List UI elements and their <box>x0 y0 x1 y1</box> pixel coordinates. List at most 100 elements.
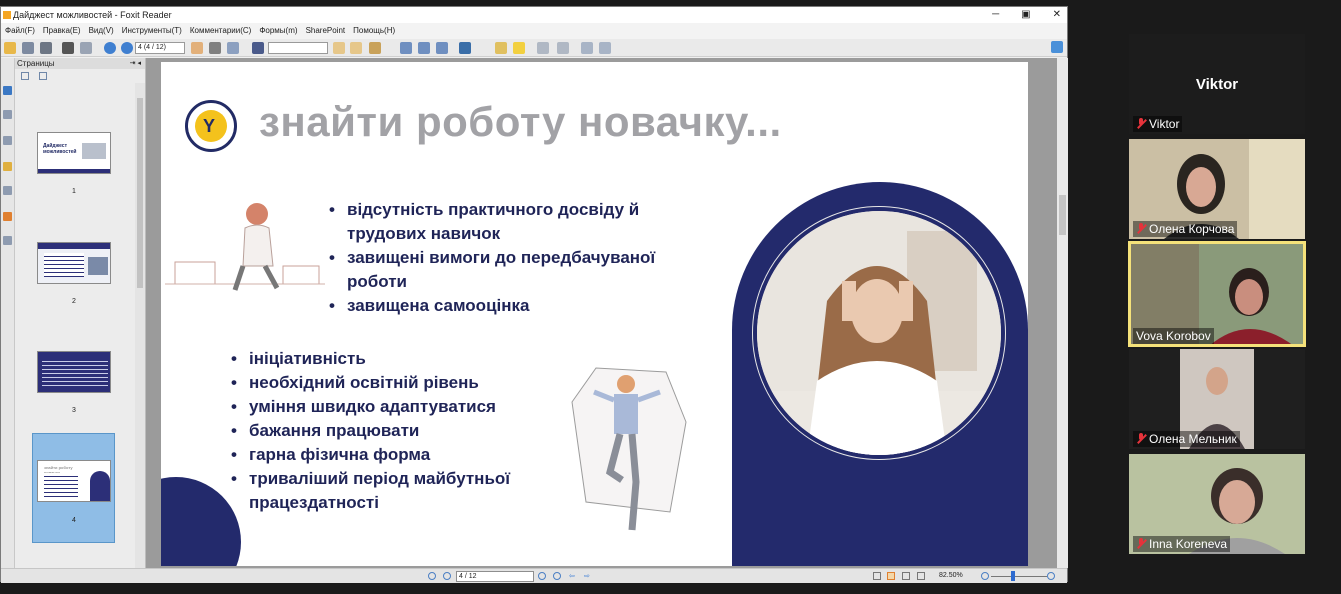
participant-tile-olena-melnyk[interactable]: Олена Мельник <box>1129 349 1305 449</box>
menu-bar: Файл(F) Правка(E) Вид(V) Инструменты(T) … <box>1 23 1067 39</box>
fit-page-icon[interactable] <box>400 42 412 54</box>
print-setup-icon[interactable] <box>40 42 52 54</box>
hand-tool-icon[interactable] <box>191 42 203 54</box>
comments-icon[interactable] <box>3 162 12 171</box>
zoom-out-icon[interactable] <box>981 572 989 580</box>
breakthrough-man-illustration <box>571 367 687 531</box>
forward-icon[interactable]: ⇨ <box>584 572 592 580</box>
zoom-slider-handle[interactable] <box>1011 571 1015 581</box>
page-thumbnail-2[interactable] <box>37 242 111 284</box>
desktop: Дайджест можливостей - Foxit Reader ─ ▣ … <box>0 0 1341 594</box>
pages-panel-header: Страницы ⇥ ◂ <box>15 58 145 69</box>
signatures-icon[interactable] <box>3 236 12 245</box>
last-page-icon[interactable] <box>553 572 561 580</box>
participant-big-name: Viktor <box>1195 76 1239 93</box>
print-icon[interactable] <box>62 42 74 54</box>
page-number-4: 4 <box>72 517 76 524</box>
prev-page-icon[interactable] <box>104 42 116 54</box>
menu-sharepoint[interactable]: SharePoint <box>306 23 346 39</box>
minimize-button[interactable]: ─ <box>992 7 999 23</box>
thumbnail-size-icon[interactable] <box>39 72 47 80</box>
rotate-icon[interactable] <box>459 42 471 54</box>
participant-name-label: Vova Korobov <box>1133 328 1214 344</box>
navigation-strip <box>1 58 15 568</box>
maximize-button[interactable]: ▣ <box>1021 7 1030 23</box>
thumbnails-scrollbar[interactable] <box>135 83 145 568</box>
find-next-icon[interactable] <box>350 42 362 54</box>
corner-decoration <box>161 477 241 566</box>
stamp-icon[interactable] <box>557 42 569 54</box>
attachments-icon[interactable] <box>3 186 12 195</box>
select-text-icon[interactable] <box>209 42 221 54</box>
layers-icon[interactable] <box>3 136 12 145</box>
page-thumbnail-3[interactable] <box>37 351 111 393</box>
panel-pin-icon[interactable]: ⇥ ◂ <box>130 58 141 69</box>
foxit-reader-window: Дайджест можливостей - Foxit Reader ─ ▣ … <box>0 6 1068 583</box>
fit-width-icon[interactable] <box>418 42 430 54</box>
pages-panel-title: Страницы <box>17 59 55 68</box>
problem-item: завищена самооцінка <box>329 294 699 318</box>
foxit-app-icon <box>3 11 11 19</box>
strength-item: триваліший період майбутньої працездатно… <box>231 467 571 515</box>
problem-item: завищені вимоги до передбачуваної роботи <box>329 246 699 294</box>
strengths-list: ініціативність необхідний освітній рівен… <box>231 347 571 515</box>
snapshot-icon[interactable] <box>227 42 239 54</box>
stressed-woman-illustration <box>165 203 325 291</box>
fit-visible-icon[interactable] <box>436 42 448 54</box>
facing-icon[interactable] <box>902 572 910 580</box>
continuous-icon[interactable] <box>887 572 895 580</box>
zoom-level[interactable]: 82.50% <box>939 572 963 579</box>
bookmarks-icon[interactable] <box>3 110 12 119</box>
menu-forms[interactable]: Формы(m) <box>259 23 297 39</box>
open-icon[interactable] <box>4 42 16 54</box>
next-page-status-icon[interactable] <box>538 572 546 580</box>
single-page-icon[interactable] <box>873 572 881 580</box>
page-thumbnail-4[interactable]: знайти роботу новачку... <box>37 460 111 502</box>
measure-icon[interactable] <box>599 42 611 54</box>
continuous-facing-icon[interactable] <box>917 572 925 580</box>
menu-comments[interactable]: Комментарии(C) <box>190 23 252 39</box>
back-icon[interactable]: ⇦ <box>569 572 577 580</box>
page-options-icon[interactable] <box>21 72 29 80</box>
find-prev-icon[interactable] <box>333 42 345 54</box>
note-icon[interactable] <box>513 42 525 54</box>
menu-view[interactable]: Вид(V) <box>89 23 114 39</box>
pages-icon[interactable] <box>3 86 12 95</box>
menu-edit[interactable]: Правка(E) <box>43 23 81 39</box>
thumbnail-1-text: Дайджест можливостей <box>43 143 77 155</box>
stressed-woman-photo <box>757 211 1001 455</box>
security-icon[interactable] <box>3 212 12 221</box>
document-view[interactable]: Y знайти роботу новачку... відсутність п… <box>146 58 1057 568</box>
close-button[interactable]: ✕ <box>1053 7 1061 23</box>
problem-item: відсутність практичного досвіду й трудов… <box>329 198 699 246</box>
participant-tile-vova-korobov[interactable]: Vova Korobov <box>1128 241 1306 347</box>
next-page-icon[interactable] <box>121 42 133 54</box>
pages-panel: Страницы ⇥ ◂ Дайджест можливостей 1 2 3 … <box>15 58 146 568</box>
page-thumbnail-1[interactable]: Дайджест можливостей <box>37 132 111 174</box>
participant-name-label: Олена Мельник <box>1133 431 1240 447</box>
menu-tools[interactable]: Инструменты(T) <box>122 23 182 39</box>
save-icon[interactable] <box>22 42 34 54</box>
participant-tile-viktor[interactable]: Viktor Viktor <box>1129 34 1305 134</box>
first-page-icon[interactable] <box>428 572 436 580</box>
menu-help[interactable]: Помощь(H) <box>353 23 395 39</box>
typewriter-icon[interactable] <box>495 42 507 54</box>
prev-page-status-icon[interactable] <box>443 572 451 580</box>
zoom-share-icon[interactable] <box>1051 41 1063 53</box>
find-options-icon[interactable] <box>369 42 381 54</box>
problems-list: відсутність практичного досвіду й трудов… <box>329 198 699 318</box>
zoom-slider-track[interactable] <box>991 576 1047 577</box>
attach-icon[interactable] <box>581 42 593 54</box>
participant-tile-olena-korchova[interactable]: Олена Корчова <box>1129 139 1305 239</box>
menu-file[interactable]: Файл(F) <box>5 23 35 39</box>
email-icon[interactable] <box>80 42 92 54</box>
binoculars-icon[interactable] <box>252 42 264 54</box>
participant-tile-inna-koreneva[interactable]: Inna Koreneva <box>1129 454 1305 554</box>
find-input[interactable] <box>268 42 328 54</box>
muted-mic-icon <box>1136 538 1146 549</box>
document-scrollbar[interactable] <box>1057 58 1068 568</box>
page-number-field[interactable]: 4 (4 / 12) <box>135 42 185 54</box>
status-page-field[interactable]: 4 / 12 <box>456 571 534 582</box>
zoom-in-icon[interactable] <box>1047 572 1055 580</box>
highlight-icon[interactable] <box>537 42 549 54</box>
